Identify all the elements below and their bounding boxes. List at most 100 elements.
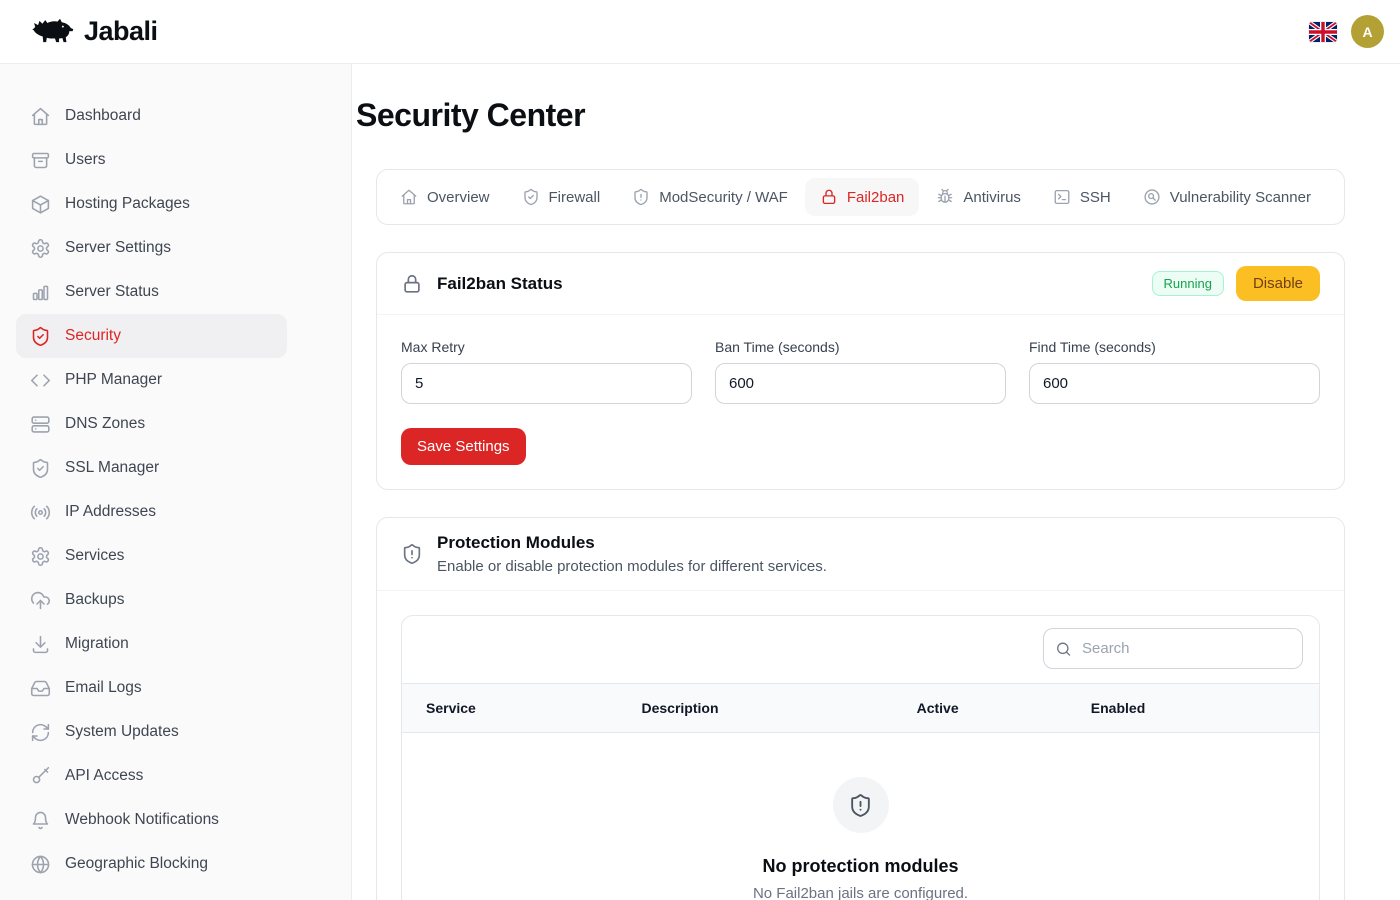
tab-firewall[interactable]: Firewall (507, 178, 616, 216)
tab-label: Firewall (549, 189, 601, 206)
sidebar-item-label: Migration (65, 635, 129, 653)
terminal-icon (1053, 188, 1071, 206)
sidebar-item-label: PHP Manager (65, 371, 162, 389)
shield-alert-icon (401, 543, 423, 565)
tab-antivirus[interactable]: Antivirus (921, 178, 1036, 216)
sidebar-item-label: Dashboard (65, 107, 141, 125)
user-avatar[interactable]: A (1351, 15, 1384, 48)
shield-alert-icon (632, 188, 650, 206)
sidebar-item-dashboard[interactable]: Dashboard (16, 94, 287, 138)
package-icon (30, 194, 51, 215)
sidebar-item-dns-zones[interactable]: DNS Zones (16, 402, 287, 446)
sidebar-item-label: Security (65, 327, 121, 345)
key-icon (30, 766, 51, 787)
modules-table-container: ServiceDescriptionActiveEnabled No prote… (401, 615, 1320, 900)
tab-label: SSH (1080, 189, 1111, 206)
modules-search-input[interactable] (1043, 628, 1303, 669)
security-tabs: Overview Firewall ModSecurity / WAF Fail… (376, 169, 1345, 225)
cloud-upload-icon (30, 590, 51, 611)
sidebar-item-label: Webhook Notifications (65, 811, 219, 829)
sidebar-item-label: Hosting Packages (65, 195, 190, 213)
tab-label: Antivirus (963, 189, 1021, 206)
tab-ssh[interactable]: SSH (1038, 178, 1126, 216)
language-flag-icon[interactable] (1309, 22, 1337, 42)
brand-logo[interactable]: Jabali (28, 16, 158, 48)
tab-label: Overview (427, 189, 490, 206)
sidebar-item-label: Backups (65, 591, 124, 609)
protection-modules-subtitle: Enable or disable protection modules for… (437, 558, 827, 575)
brand-name: Jabali (84, 16, 158, 47)
sidebar-item-ssl-manager[interactable]: SSL Manager (16, 446, 287, 490)
code-icon (30, 370, 51, 391)
modules-table: ServiceDescriptionActiveEnabled (402, 683, 1319, 733)
home-icon (400, 188, 418, 206)
find-time-label: Find Time (seconds) (1029, 339, 1320, 355)
column-header-enabled: Enabled (1067, 684, 1319, 733)
sidebar-item-security[interactable]: Security (16, 314, 287, 358)
sidebar-item-geographic-blocking[interactable]: Geographic Blocking (16, 842, 287, 886)
sidebar-item-api-access[interactable]: API Access (16, 754, 287, 798)
sidebar-item-migration[interactable]: Migration (16, 622, 287, 666)
fail2ban-status-card: Fail2ban Status Running Disable Max Retr… (376, 252, 1345, 490)
radio-icon (30, 502, 51, 523)
globe-icon (30, 854, 51, 875)
sidebar-item-label: Geographic Blocking (65, 855, 208, 873)
empty-state-shield-icon (833, 777, 889, 833)
tab-fail2ban[interactable]: Fail2ban (805, 178, 920, 216)
inbox-icon (30, 678, 51, 699)
sidebar-item-server-settings[interactable]: Server Settings (16, 226, 287, 270)
sidebar-item-label: Users (65, 151, 105, 169)
lock-icon (820, 188, 838, 206)
lock-icon (401, 273, 423, 295)
modules-table-header-row: ServiceDescriptionActiveEnabled (402, 684, 1319, 733)
sidebar-item-webhook-notifications[interactable]: Webhook Notifications (16, 798, 287, 842)
status-badge: Running (1152, 271, 1224, 296)
sidebar-item-label: Email Logs (65, 679, 142, 697)
sidebar-item-backups[interactable]: Backups (16, 578, 287, 622)
main-content: Security Center Overview Firewall ModSec… (352, 64, 1400, 900)
sidebar-nav: Dashboard Users Hosting Packages Server … (0, 64, 352, 900)
sidebar-item-hosting-packages[interactable]: Hosting Packages (16, 182, 287, 226)
ban-time-label: Ban Time (seconds) (715, 339, 1006, 355)
sidebar-item-server-status[interactable]: Server Status (16, 270, 287, 314)
protection-modules-title: Protection Modules (437, 533, 827, 553)
shield-check-icon (522, 188, 540, 206)
sidebar-item-php-manager[interactable]: PHP Manager (16, 358, 287, 402)
tab-label: Fail2ban (847, 189, 905, 206)
disable-button[interactable]: Disable (1236, 266, 1320, 301)
tab-vulnerability-scanner[interactable]: Vulnerability Scanner (1128, 178, 1326, 216)
settings-icon (30, 546, 51, 567)
server-icon (30, 414, 51, 435)
column-header-description: Description (617, 684, 892, 733)
sidebar-item-users[interactable]: Users (16, 138, 287, 182)
column-header-service: Service (402, 684, 617, 733)
sidebar-item-ip-addresses[interactable]: IP Addresses (16, 490, 287, 534)
topbar: Jabali A (0, 0, 1400, 64)
settings-icon (30, 238, 51, 259)
empty-state-title: No protection modules (402, 856, 1319, 877)
shield-check-icon (30, 326, 51, 347)
sidebar-item-services[interactable]: Services (16, 534, 287, 578)
sidebar-item-label: Services (65, 547, 124, 565)
shield-check-icon (30, 458, 51, 479)
find-time-input[interactable] (1029, 363, 1320, 404)
max-retry-input[interactable] (401, 363, 692, 404)
ban-time-input[interactable] (715, 363, 1006, 404)
sidebar-item-label: System Updates (65, 723, 179, 741)
download-icon (30, 634, 51, 655)
sidebar-item-label: Server Status (65, 283, 159, 301)
boar-icon (28, 16, 74, 48)
archive-icon (30, 150, 51, 171)
sidebar-item-label: SSL Manager (65, 459, 159, 477)
sidebar-item-system-updates[interactable]: System Updates (16, 710, 287, 754)
bug-icon (936, 188, 954, 206)
tab-overview[interactable]: Overview (385, 178, 505, 216)
tab-label: ModSecurity / WAF (659, 189, 788, 206)
fail2ban-card-title: Fail2ban Status (437, 274, 563, 294)
empty-state-subtitle: No Fail2ban jails are configured. (402, 885, 1319, 900)
refresh-icon (30, 722, 51, 743)
save-settings-button[interactable]: Save Settings (401, 428, 526, 465)
sidebar-item-email-logs[interactable]: Email Logs (16, 666, 287, 710)
sidebar-item-label: DNS Zones (65, 415, 145, 433)
tab-modsecurity-waf[interactable]: ModSecurity / WAF (617, 178, 803, 216)
